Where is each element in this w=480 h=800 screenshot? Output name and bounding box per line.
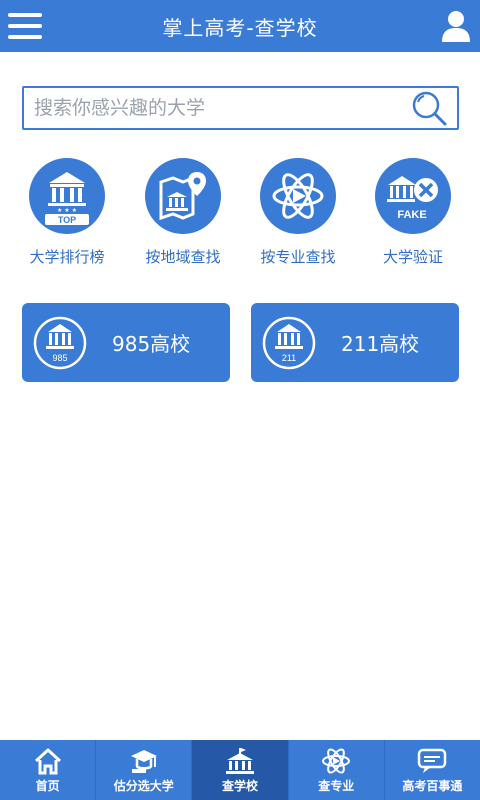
tab-home[interactable]: 首页 (0, 740, 97, 800)
tab-school-label: 查学校 (222, 778, 259, 793)
quick-entries: ★ ★ ★ TOP 大学排行榜 按地域查找 按专业查找 FAKE 大学验证 (0, 158, 480, 268)
badge-211-text: 211 (282, 353, 296, 363)
menu-icon-bar (8, 24, 42, 28)
quick-label-verify: 大学验证 (382, 248, 443, 266)
quick-item-major[interactable]: 按专业查找 (238, 158, 358, 268)
quick-label-region: 按地域查找 (145, 248, 221, 266)
tile-211-label: 211高校 (341, 332, 420, 356)
tab-estimate[interactable]: 估分选大学 (96, 740, 193, 800)
atom-icon (322, 747, 351, 774)
search-input[interactable] (24, 88, 409, 128)
tab-faq-label: 高考百事通 (402, 778, 463, 793)
tile-985[interactable]: 985 985高校 (22, 303, 230, 382)
page-title: 掌上高考-查学校 (162, 15, 318, 40)
map-pin-icon (145, 158, 221, 234)
tab-estimate-label: 估分选大学 (113, 778, 174, 793)
menu-button[interactable] (8, 10, 42, 42)
tile-211[interactable]: 211 211高校 (251, 303, 459, 382)
menu-icon-bar (8, 13, 42, 17)
badge-985-text: 985 (52, 353, 67, 363)
tab-school[interactable]: 查学校 (192, 740, 289, 800)
quick-item-region[interactable]: 按地域查找 (123, 158, 243, 268)
tile-985-label: 985高校 (112, 332, 191, 356)
chat-bubble-icon (418, 748, 447, 773)
tab-home-label: 首页 (35, 778, 60, 793)
fake-badge-text: FAKE (397, 209, 426, 221)
atom-icon (260, 158, 336, 234)
tab-faq[interactable]: 高考百事通 (385, 740, 480, 800)
school-badge-icon: 211 (262, 316, 316, 369)
app-header: 掌上高考-查学校 (0, 0, 480, 52)
top-badge-text: TOP (58, 215, 76, 225)
search-box[interactable] (22, 86, 459, 130)
quick-item-ranking[interactable]: ★ ★ ★ TOP 大学排行榜 (7, 158, 127, 268)
school-building-icon (226, 747, 254, 774)
menu-icon-bar (8, 35, 42, 39)
tab-major-label: 查专业 (318, 778, 355, 793)
quick-label-ranking: 大学排行榜 (29, 248, 105, 266)
home-icon (34, 748, 61, 774)
search-icon[interactable] (409, 88, 449, 128)
ranking-top-icon: ★ ★ ★ TOP (29, 158, 105, 234)
school-badge-icon: 985 (33, 316, 87, 369)
bottom-tab-bar: 首页 估分选大学 查学校 查专业 高考百事通 (0, 740, 480, 800)
svg-text:★ ★ ★: ★ ★ ★ (57, 207, 77, 214)
quick-item-verify[interactable]: FAKE 大学验证 (353, 158, 473, 268)
fake-verify-icon: FAKE (375, 158, 451, 234)
graduation-cap-icon (130, 749, 157, 773)
user-icon[interactable] (440, 9, 472, 43)
tab-major[interactable]: 查专业 (289, 740, 385, 800)
quick-label-major: 按专业查找 (260, 248, 336, 266)
